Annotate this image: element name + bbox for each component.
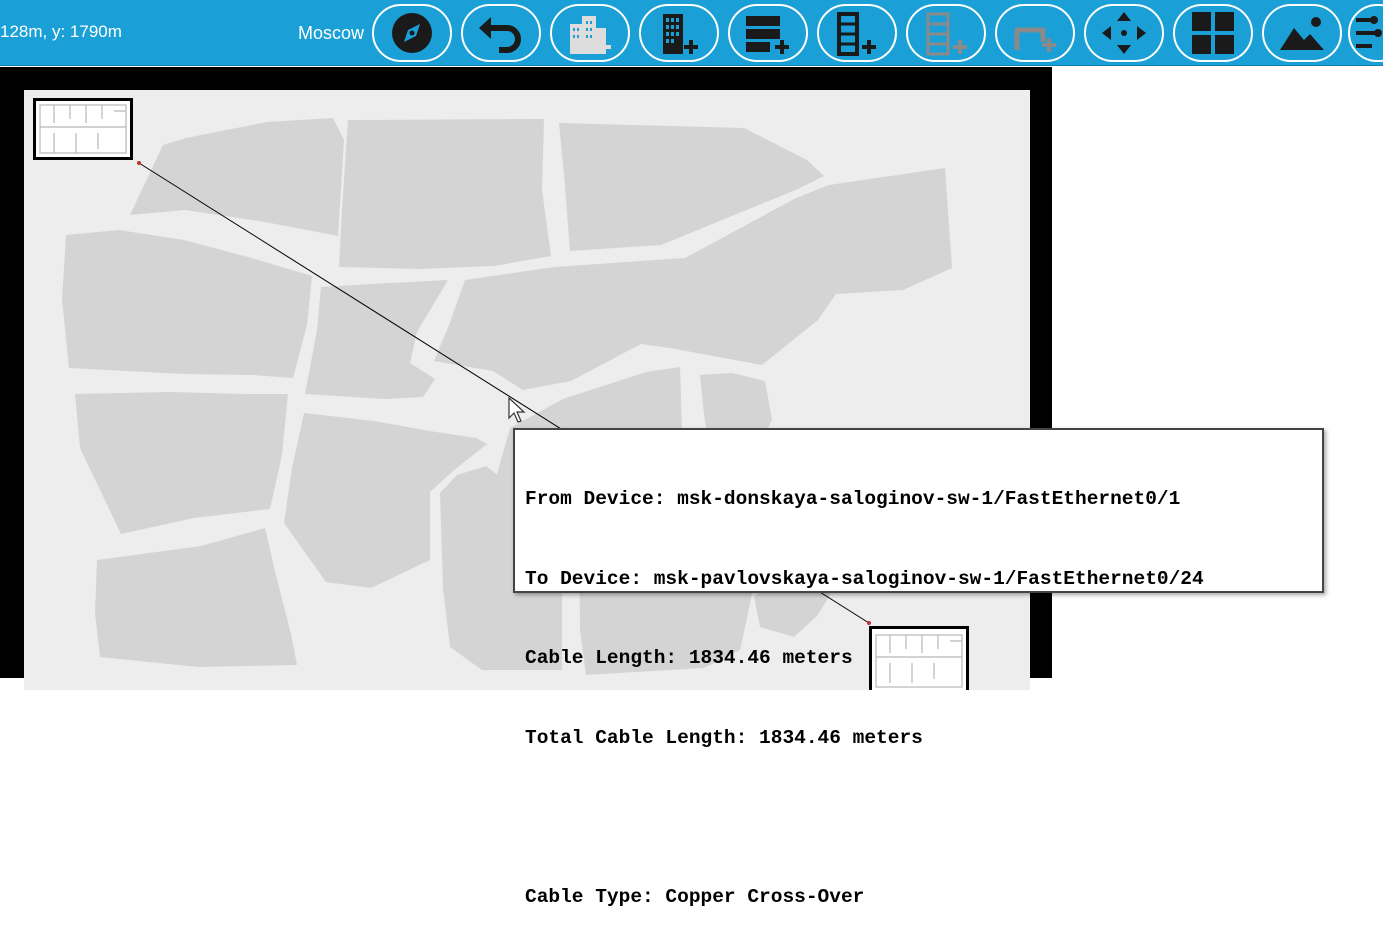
grid-button[interactable]: [1173, 4, 1253, 62]
cable-endpoint[interactable]: [137, 161, 141, 165]
from-device-line: From Device: msk-donskaya-saloginov-sw-1…: [525, 488, 1181, 510]
total-cable-length-line: Total Cable Length: 1834.46 meters: [525, 726, 923, 749]
background-image-icon: [1280, 17, 1324, 50]
floor-plan-icon: [39, 104, 127, 154]
to-device-line: To Device: msk-pavlovskaya-saloginov-sw-…: [525, 567, 1204, 590]
cable-tools-button[interactable]: [1348, 4, 1383, 62]
navigation-compass-icon: [392, 13, 432, 53]
new-closet-icon: [926, 12, 967, 56]
cable-info-tooltip: From Device: msk-donskaya-saloginov-sw-1…: [513, 428, 1324, 908]
back-button[interactable]: [461, 4, 541, 62]
cable-type-line: Cable Type: Copper Cross-Over: [525, 885, 865, 908]
background-image-button[interactable]: [1262, 4, 1342, 62]
add-city-button[interactable]: [550, 4, 630, 62]
top-toolbar: 128m, y: 1790m Moscow: [0, 0, 1383, 66]
new-table-icon: [1014, 27, 1056, 52]
new-rack-icon: [746, 16, 789, 54]
cable-tools-icon: [1356, 16, 1382, 48]
add-shelf-button[interactable]: [817, 4, 897, 62]
tooltip-spacer: [525, 804, 1312, 831]
building-donskaya[interactable]: [33, 98, 133, 160]
add-building-button[interactable]: [639, 4, 719, 62]
back-arrow-icon: [479, 17, 521, 53]
add-closet-button[interactable]: [906, 4, 986, 62]
move-icon: [1102, 12, 1146, 54]
move-button[interactable]: [1084, 4, 1164, 62]
add-rack-button[interactable]: [728, 4, 808, 62]
new-shelf-icon: [837, 12, 876, 56]
location-name: Moscow: [298, 23, 365, 43]
cable-length-line: Cable Length: 1834.46 meters: [525, 647, 853, 669]
add-table-button[interactable]: [995, 4, 1075, 62]
navigation-button[interactable]: [372, 4, 452, 62]
new-city-icon: [570, 16, 611, 54]
cursor-coordinates: 128m, y: 1790m: [0, 22, 122, 41]
grid-icon: [1192, 12, 1234, 54]
new-building-icon: [663, 14, 698, 54]
mouse-pointer-icon: [508, 397, 526, 423]
